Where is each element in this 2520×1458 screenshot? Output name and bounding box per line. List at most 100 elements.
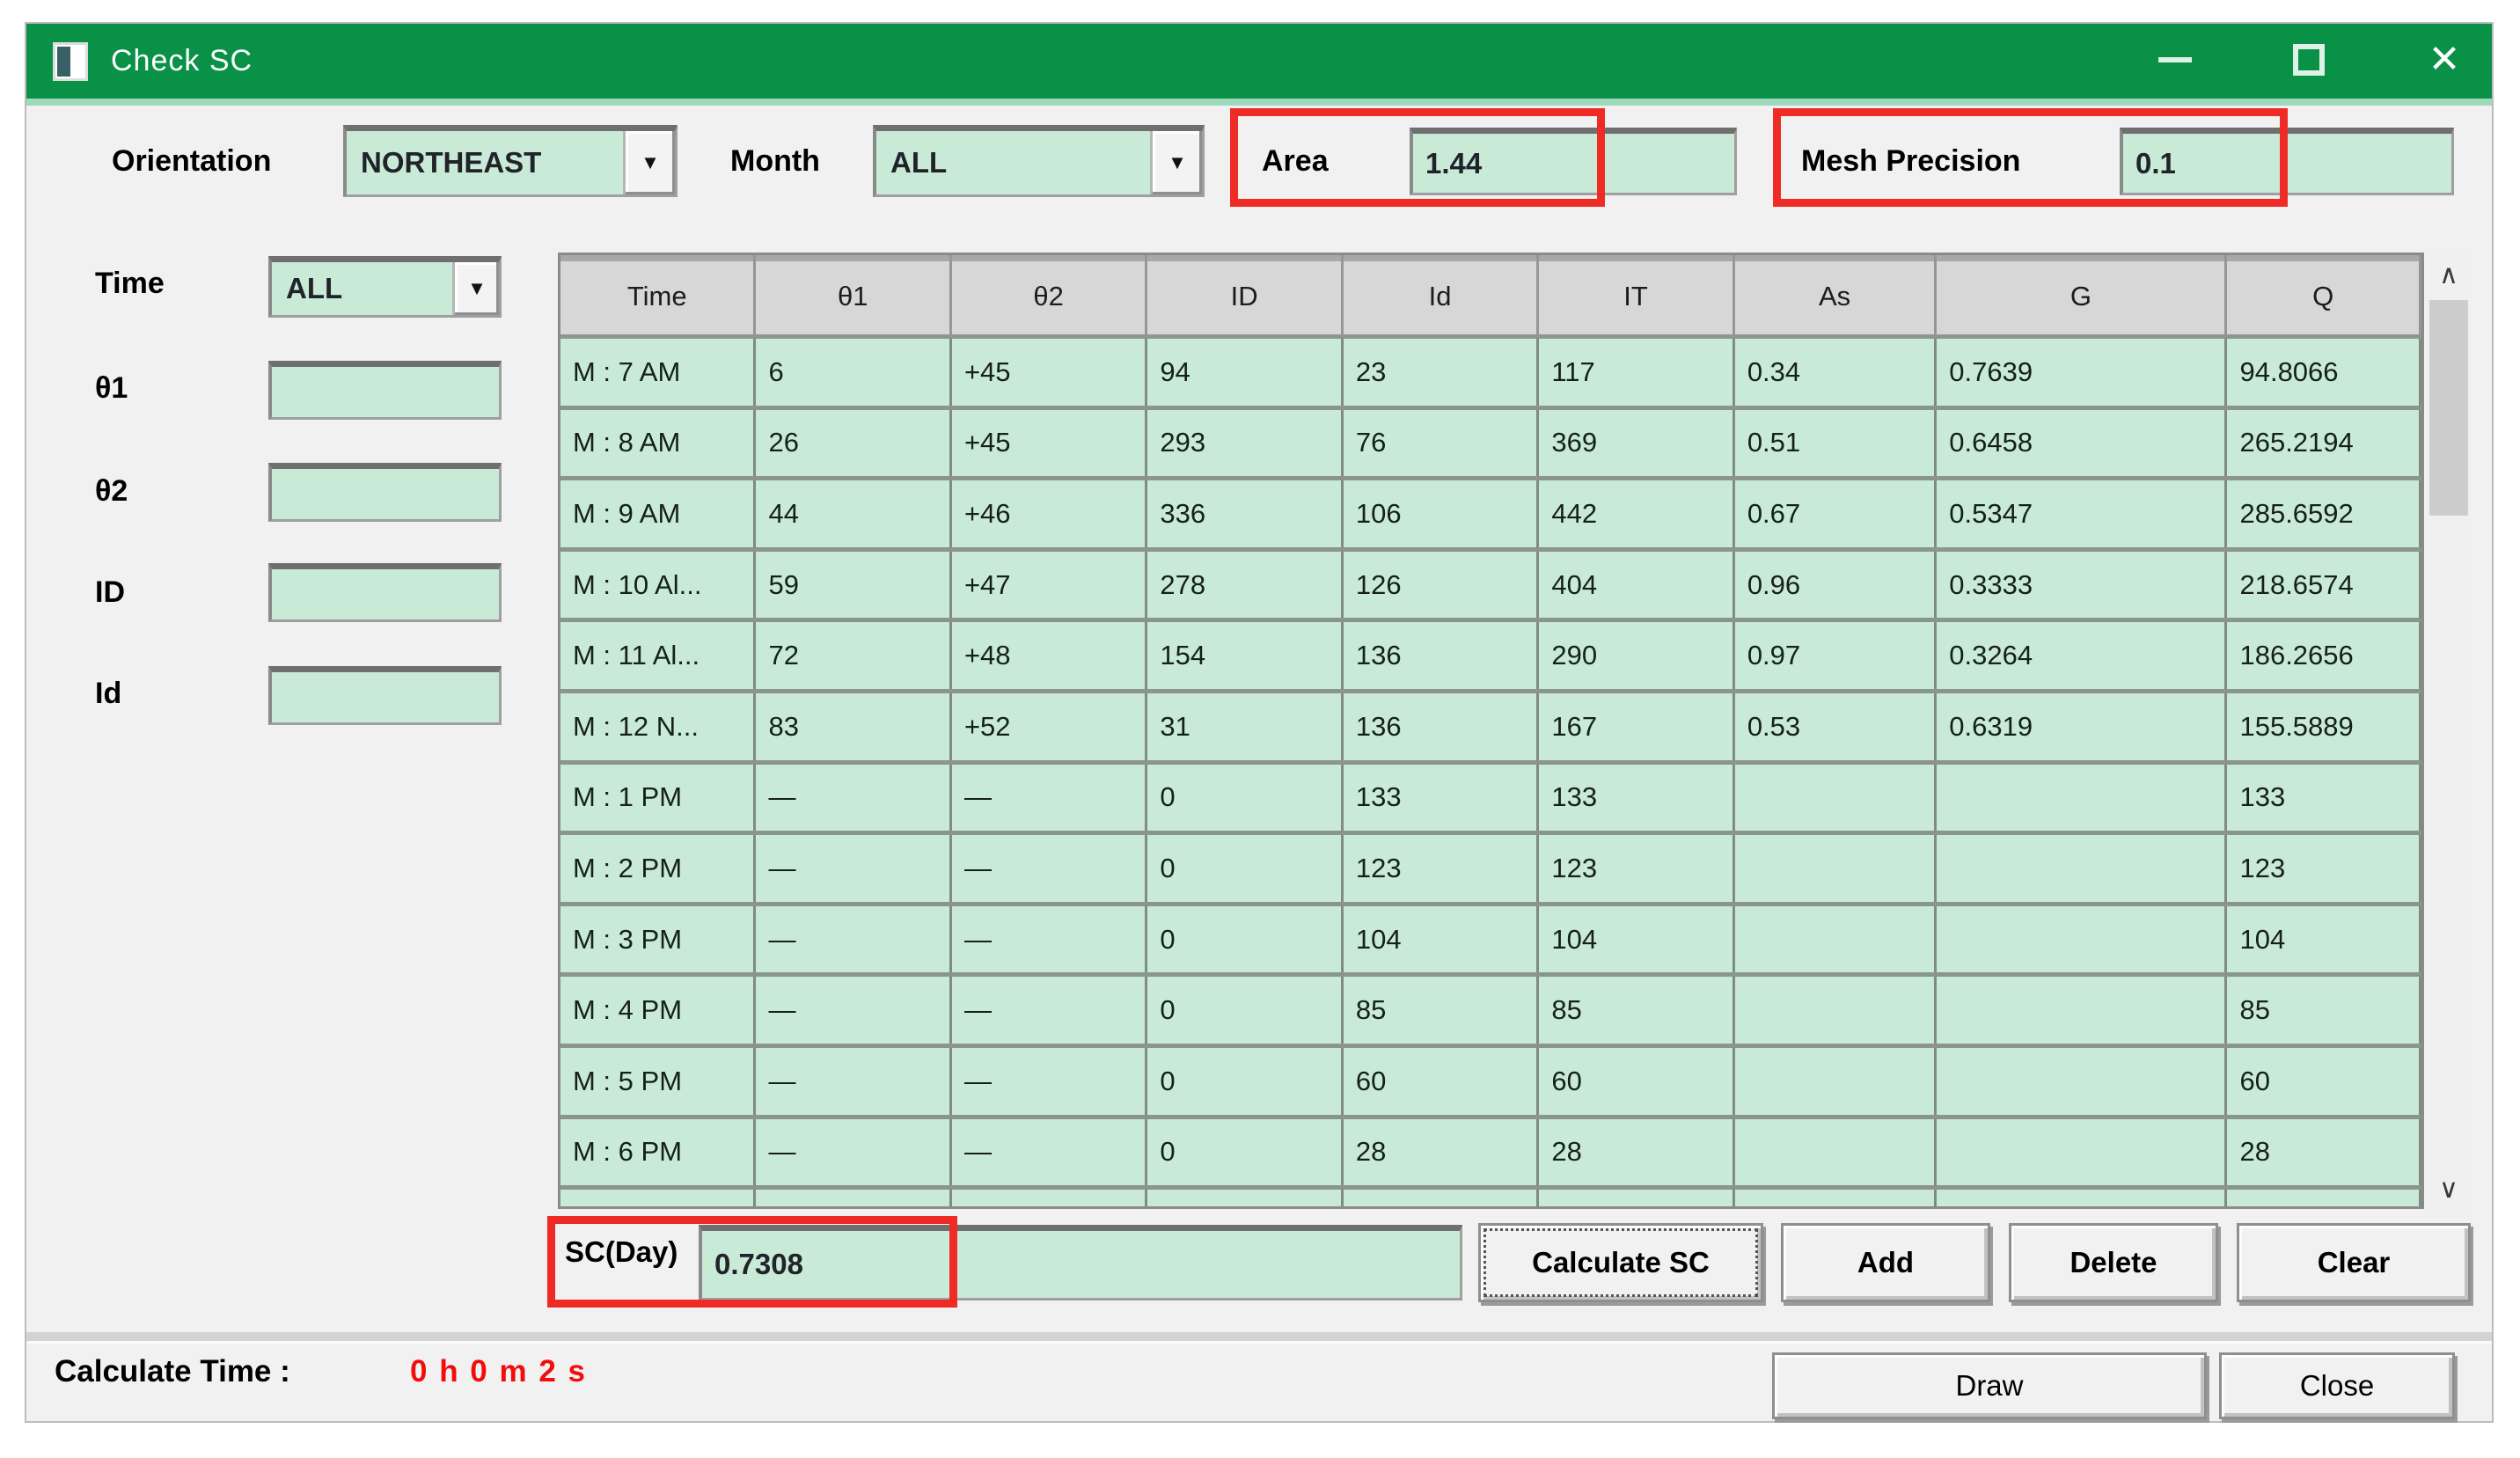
orientation-dropdown-button[interactable]: ▼ — [623, 131, 675, 194]
table-cell[interactable]: 104 — [1344, 906, 1539, 973]
table-cell[interactable]: 106 — [1344, 480, 1539, 547]
table-cell[interactable]: 28 — [1539, 1119, 1734, 1186]
table-cell[interactable] — [1937, 1048, 2227, 1115]
scroll-up-button[interactable]: ∧ — [2427, 254, 2471, 295]
table-cell[interactable]: M : 2 PM — [560, 835, 756, 902]
time-dropdown-button[interactable]: ▼ — [452, 262, 499, 315]
table-cell[interactable] — [1147, 1190, 1343, 1209]
column-header-4[interactable]: ID — [1147, 255, 1343, 334]
table-cell[interactable]: 0.53 — [1735, 693, 1937, 760]
table-cell[interactable]: 290 — [1539, 622, 1734, 689]
table-cell[interactable]: 123 — [1344, 835, 1539, 902]
table-cell[interactable]: +48 — [952, 622, 1147, 689]
table-cell[interactable]: +52 — [952, 693, 1147, 760]
table-cell[interactable]: M : 8 AM — [560, 410, 756, 477]
table-cell[interactable] — [1937, 765, 2227, 832]
column-header-7[interactable]: As — [1735, 255, 1937, 334]
table-cell[interactable]: 72 — [756, 622, 951, 689]
table-cell[interactable]: 28 — [2227, 1119, 2421, 1186]
column-header-3[interactable]: θ2 — [952, 255, 1147, 334]
table-cell[interactable]: 186.2656 — [2227, 622, 2421, 689]
table-cell[interactable]: 83 — [756, 693, 951, 760]
table-cell[interactable]: 59 — [756, 552, 951, 619]
table-cell[interactable]: 0.3264 — [1937, 622, 2227, 689]
table-cell[interactable]: 442 — [1539, 480, 1734, 547]
column-header-8[interactable]: G — [1937, 255, 2227, 334]
table-cell[interactable]: 133 — [1539, 765, 1734, 832]
table-cell[interactable] — [756, 1190, 951, 1209]
table-cell[interactable]: 136 — [1344, 622, 1539, 689]
table-cell[interactable]: 94 — [1147, 339, 1343, 406]
table-cell[interactable]: 94.8066 — [2227, 339, 2421, 406]
sc-day-value-field[interactable]: 0.7308 — [699, 1225, 1462, 1300]
table-cell[interactable]: 218.6574 — [2227, 552, 2421, 619]
table-cell[interactable]: 0 — [1147, 1119, 1343, 1186]
table-cell[interactable] — [1735, 1048, 1937, 1115]
table-cell[interactable]: M : 7 AM — [560, 339, 756, 406]
table-cell[interactable]: M : 5 PM — [560, 1048, 756, 1115]
table-cell[interactable]: M : 6 PM — [560, 1119, 756, 1186]
table-cell[interactable]: — — [952, 765, 1147, 832]
table-cell[interactable]: 126 — [1344, 552, 1539, 619]
table-cell[interactable]: 117 — [1539, 339, 1734, 406]
table-cell[interactable]: M : 1 PM — [560, 765, 756, 832]
table-cell[interactable]: 31 — [1147, 693, 1343, 760]
table-cell[interactable]: — — [952, 906, 1147, 973]
table-cell[interactable]: 404 — [1539, 552, 1734, 619]
table-cell[interactable]: 123 — [2227, 835, 2421, 902]
table-cell[interactable]: 85 — [1539, 977, 1734, 1044]
table-cell[interactable]: 0.34 — [1735, 339, 1937, 406]
table-cell[interactable]: 265.2194 — [2227, 410, 2421, 477]
table-cell[interactable]: 0 — [1147, 765, 1343, 832]
table-cell[interactable]: 0 — [1147, 977, 1343, 1044]
table-cell[interactable]: 0 — [1147, 1048, 1343, 1115]
table-cell[interactable]: — — [952, 1119, 1147, 1186]
close-dialog-button[interactable]: Close — [2219, 1352, 2455, 1419]
table-cell[interactable]: 0.6458 — [1937, 410, 2227, 477]
table-cell[interactable]: 104 — [1539, 906, 1734, 973]
table-cell[interactable]: 60 — [1539, 1048, 1734, 1115]
table-cell[interactable]: 0 — [1147, 835, 1343, 902]
table-cell[interactable] — [1735, 1119, 1937, 1186]
table-cell[interactable]: 0.3333 — [1937, 552, 2227, 619]
table-cell[interactable] — [952, 1190, 1147, 1209]
table-cell[interactable]: M : 12 N... — [560, 693, 756, 760]
table-cell[interactable] — [2227, 1190, 2421, 1209]
column-header-1[interactable]: Time — [560, 255, 756, 334]
table-cell[interactable]: 76 — [1344, 410, 1539, 477]
id-upper-input[interactable] — [268, 563, 502, 622]
table-cell[interactable] — [1937, 977, 2227, 1044]
column-header-6[interactable]: IT — [1539, 255, 1734, 334]
scroll-down-button[interactable]: ∨ — [2427, 1169, 2471, 1209]
table-cell[interactable]: 28 — [1344, 1119, 1539, 1186]
table-cell[interactable]: — — [756, 906, 951, 973]
table-cell[interactable] — [1539, 1190, 1734, 1209]
table-cell[interactable] — [1937, 835, 2227, 902]
table-cell[interactable]: 285.6592 — [2227, 480, 2421, 547]
table-cell[interactable]: +45 — [952, 339, 1147, 406]
table-cell[interactable]: +46 — [952, 480, 1147, 547]
table-cell[interactable] — [1735, 977, 1937, 1044]
close-button[interactable]: ✕ — [2407, 31, 2481, 89]
table-cell[interactable]: M : 4 PM — [560, 977, 756, 1044]
maximize-button[interactable] — [2272, 31, 2346, 89]
column-header-5[interactable]: Id — [1344, 255, 1539, 334]
table-cell[interactable] — [1937, 1119, 2227, 1186]
table-cell[interactable] — [1735, 765, 1937, 832]
table-cell[interactable]: 123 — [1539, 835, 1734, 902]
table-cell[interactable]: — — [756, 977, 951, 1044]
table-cell[interactable]: 0.97 — [1735, 622, 1937, 689]
table-cell[interactable]: 133 — [2227, 765, 2421, 832]
table-cell[interactable]: 44 — [756, 480, 951, 547]
table-cell[interactable]: 0.6319 — [1937, 693, 2227, 760]
table-cell[interactable]: 0.51 — [1735, 410, 1937, 477]
table-cell[interactable]: 0 — [1147, 906, 1343, 973]
table-cell[interactable]: — — [952, 977, 1147, 1044]
table-cell[interactable]: 60 — [1344, 1048, 1539, 1115]
table-cell[interactable]: — — [756, 835, 951, 902]
minimize-button[interactable] — [2138, 31, 2212, 89]
table-cell[interactable]: +47 — [952, 552, 1147, 619]
calculate-sc-button[interactable]: Calculate SC — [1478, 1223, 1763, 1302]
table-cell[interactable]: 104 — [2227, 906, 2421, 973]
draw-button[interactable]: Draw — [1772, 1352, 2207, 1419]
